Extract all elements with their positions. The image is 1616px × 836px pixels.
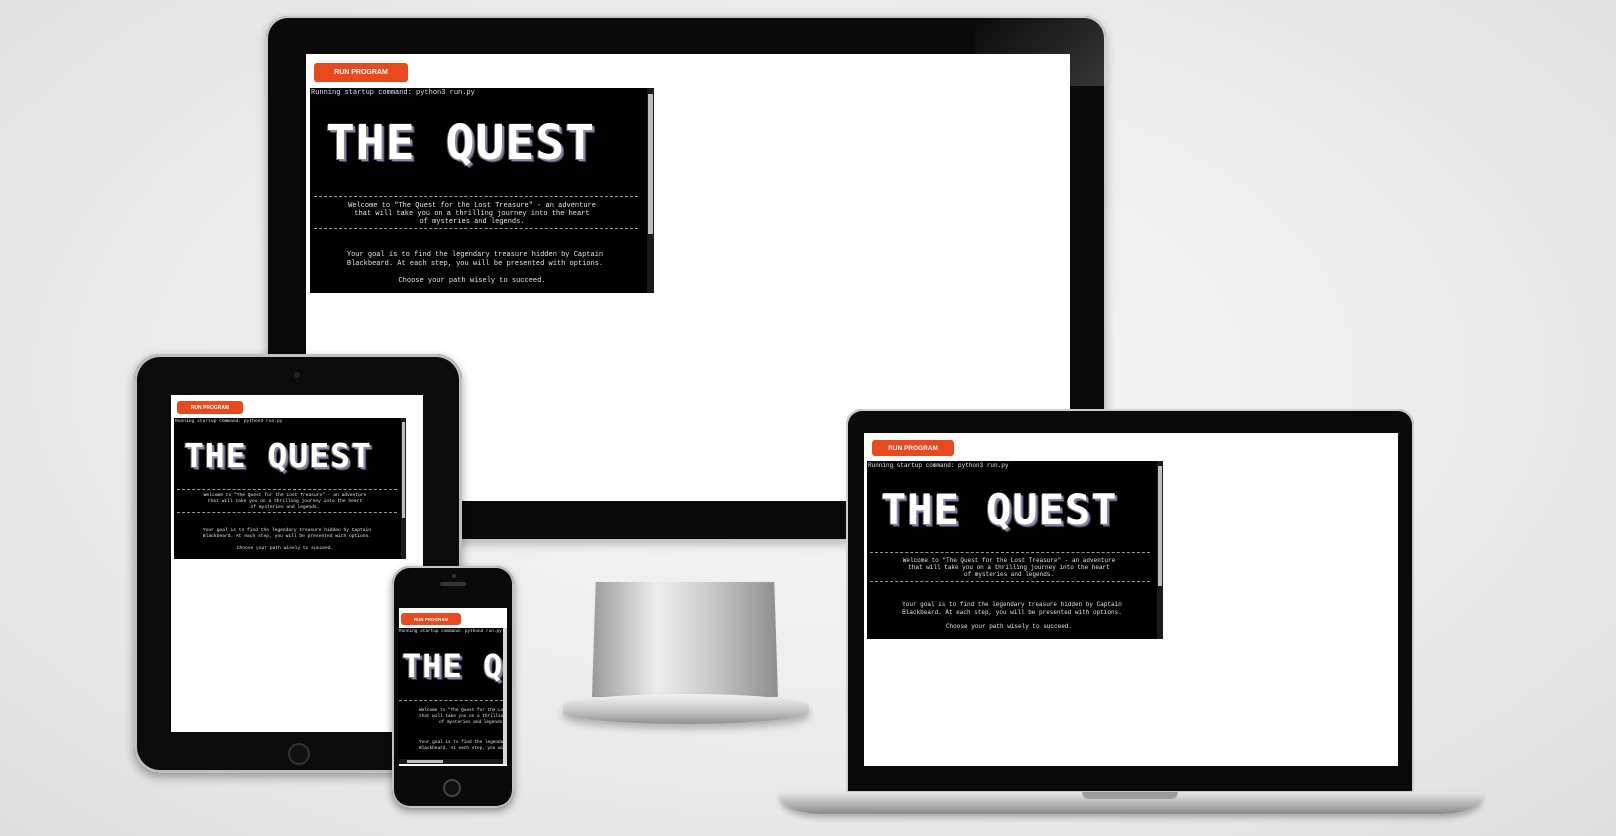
welcome-line-3: of mysteries and legends. [419, 218, 525, 226]
tablet-screen: RUN PROGRAM Running startup command: pyt… [171, 395, 423, 732]
phone-speaker [440, 582, 466, 586]
welcome-line-2: that will take you on a thrilling journe… [207, 499, 363, 504]
startup-command-line: Running startup command: python3 run.py [311, 89, 475, 97]
goal-line-2: Blackbeard. At each step, you will be pr… [419, 746, 503, 751]
run-program-button[interactable]: RUN PROGRAM [401, 613, 461, 625]
welcome-line-2: that will take you on a thrilling journe… [354, 210, 590, 218]
run-program-button[interactable]: RUN PROGRAM [872, 440, 954, 456]
horizontal-scrollbar-thumb[interactable] [407, 760, 443, 763]
phone-device: RUN PROGRAM Running startup command: pyt… [392, 566, 514, 808]
goal-line-2: Blackbeard. At each step, you will be pr… [346, 260, 604, 268]
scrollbar-thumb[interactable] [402, 422, 405, 518]
divider-bottom [177, 512, 397, 513]
monitor-stand-neck [592, 582, 778, 697]
divider-top [314, 196, 638, 197]
terminal[interactable]: Running startup command: python3 run.py … [867, 461, 1163, 639]
terminal[interactable]: Running startup command: python3 run.py … [174, 418, 406, 559]
goal-line-1: Your goal is to find the legendary treas… [202, 528, 372, 533]
the-quest-logo: THE QUEST [881, 485, 1118, 534]
terminal[interactable]: Running startup command: python3 run.py … [310, 88, 654, 293]
goal-line-1: Your goal is to find the legendary treas… [419, 740, 503, 745]
scrollbar-thumb[interactable] [648, 94, 653, 234]
terminal-scrollbar[interactable] [401, 418, 406, 559]
phone-home-button [443, 779, 461, 797]
welcome-line-1: Welcome to "The Quest for the Lost Treas… [203, 493, 367, 498]
welcome-line-1: Welcome to "The Quest for the Lost Treas… [902, 557, 1116, 564]
laptop-screen: RUN PROGRAM Running startup command: pyt… [864, 433, 1398, 766]
divider-top [399, 700, 503, 701]
welcome-line-1: Welcome to "The Quest for the Lost Treas… [419, 708, 503, 713]
welcome-line-3: of mysteries and legends. [439, 720, 503, 725]
terminal-scrollbar[interactable] [647, 88, 654, 293]
startup-command-line: Running startup command: python3 run.py [175, 419, 283, 424]
startup-command-line: Running startup command: python3 run.py [399, 629, 502, 634]
horizontal-scrollbar[interactable] [399, 759, 503, 764]
phone-screen: RUN PROGRAM Running startup command: pyt… [399, 608, 507, 766]
goal-line-2: Blackbeard. At each step, you will be pr… [202, 534, 372, 539]
terminal-scrollbar[interactable] [503, 628, 507, 764]
tablet-camera [294, 372, 300, 378]
monitor-stand-base [563, 694, 809, 724]
welcome-line-3: of mysteries and legends. [963, 571, 1054, 578]
scrollbar-thumb[interactable] [1158, 466, 1162, 586]
divider-top [870, 552, 1150, 553]
run-program-button[interactable]: RUN PROGRAM [314, 63, 408, 82]
phone-camera [452, 574, 456, 578]
terminal-scrollbar[interactable] [1157, 461, 1163, 639]
welcome-line-3: of mysteries and legends. [250, 505, 320, 510]
welcome-line-1: Welcome to "The Quest for the Lost Treas… [348, 202, 596, 210]
the-quest-logo: THE QUEST [326, 115, 596, 171]
choose-path-line: Choose your path wisely to succeed. [236, 546, 334, 551]
goal-line-1: Your goal is to find the legendary treas… [902, 601, 1122, 608]
laptop-trackpad-notch [1082, 792, 1178, 799]
divider-bottom [314, 228, 638, 229]
divider-bottom [870, 581, 1150, 582]
run-program-button[interactable]: RUN PROGRAM [177, 401, 243, 414]
choose-path-line: Choose your path wisely to succeed. [398, 277, 546, 285]
tablet-home-button [288, 743, 310, 765]
the-quest-logo: THE QUEST [184, 436, 372, 475]
goal-line-1: Your goal is to find the legendary treas… [346, 251, 604, 259]
goal-line-2: Blackbeard. At each step, you will be pr… [902, 609, 1122, 616]
choose-path-line: Choose your path wisely to succeed. [945, 623, 1073, 630]
monitor-glare [975, 16, 1106, 86]
divider-top [177, 489, 397, 490]
terminal[interactable]: Running startup command: python3 run.py … [399, 628, 503, 764]
startup-command-line: Running startup command: python3 run.py [868, 462, 1009, 469]
welcome-line-2: that will take you on a thrilling journe… [419, 714, 503, 719]
the-quest-logo: THE QUEST [402, 647, 503, 685]
welcome-line-2: that will take you on a thrilling journe… [908, 564, 1110, 571]
laptop-device: RUN PROGRAM Running startup command: pyt… [846, 409, 1414, 793]
